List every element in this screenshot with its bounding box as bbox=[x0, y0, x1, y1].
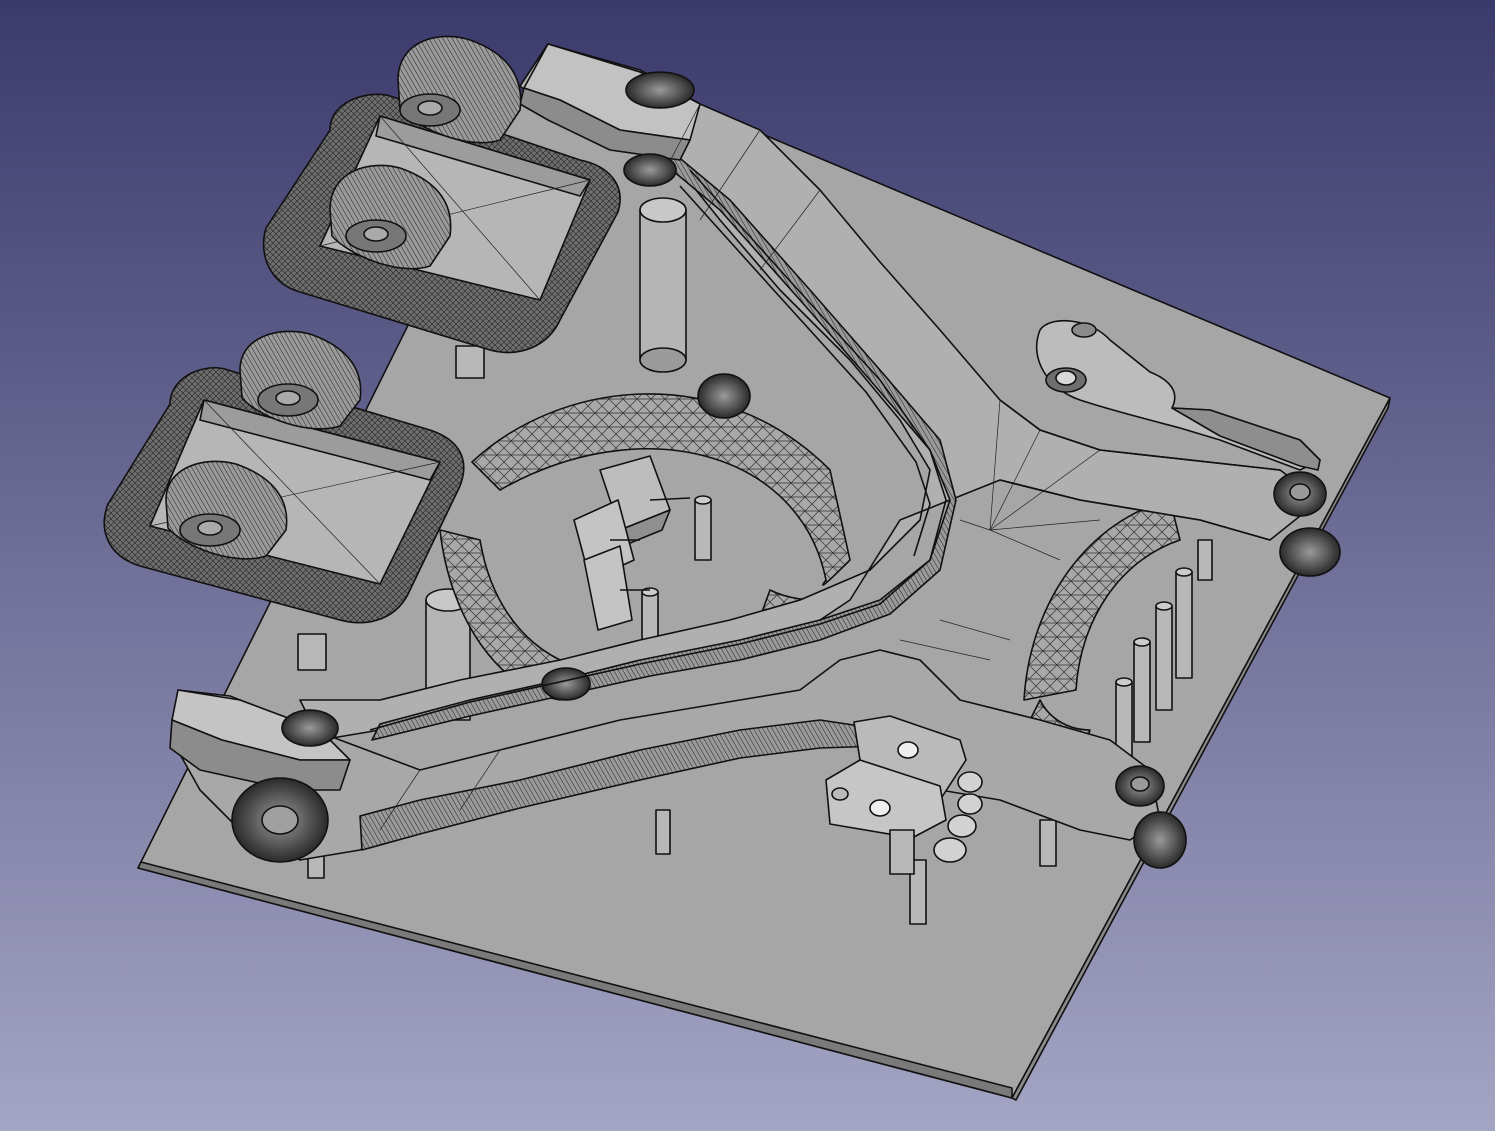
3d-scene[interactable] bbox=[0, 0, 1495, 1131]
pin bbox=[639, 197, 687, 373]
pin bbox=[694, 495, 712, 561]
pin bbox=[1133, 637, 1151, 743]
3d-viewport[interactable] bbox=[0, 0, 1495, 1131]
pin bbox=[1155, 601, 1173, 711]
pin bbox=[1175, 567, 1193, 679]
